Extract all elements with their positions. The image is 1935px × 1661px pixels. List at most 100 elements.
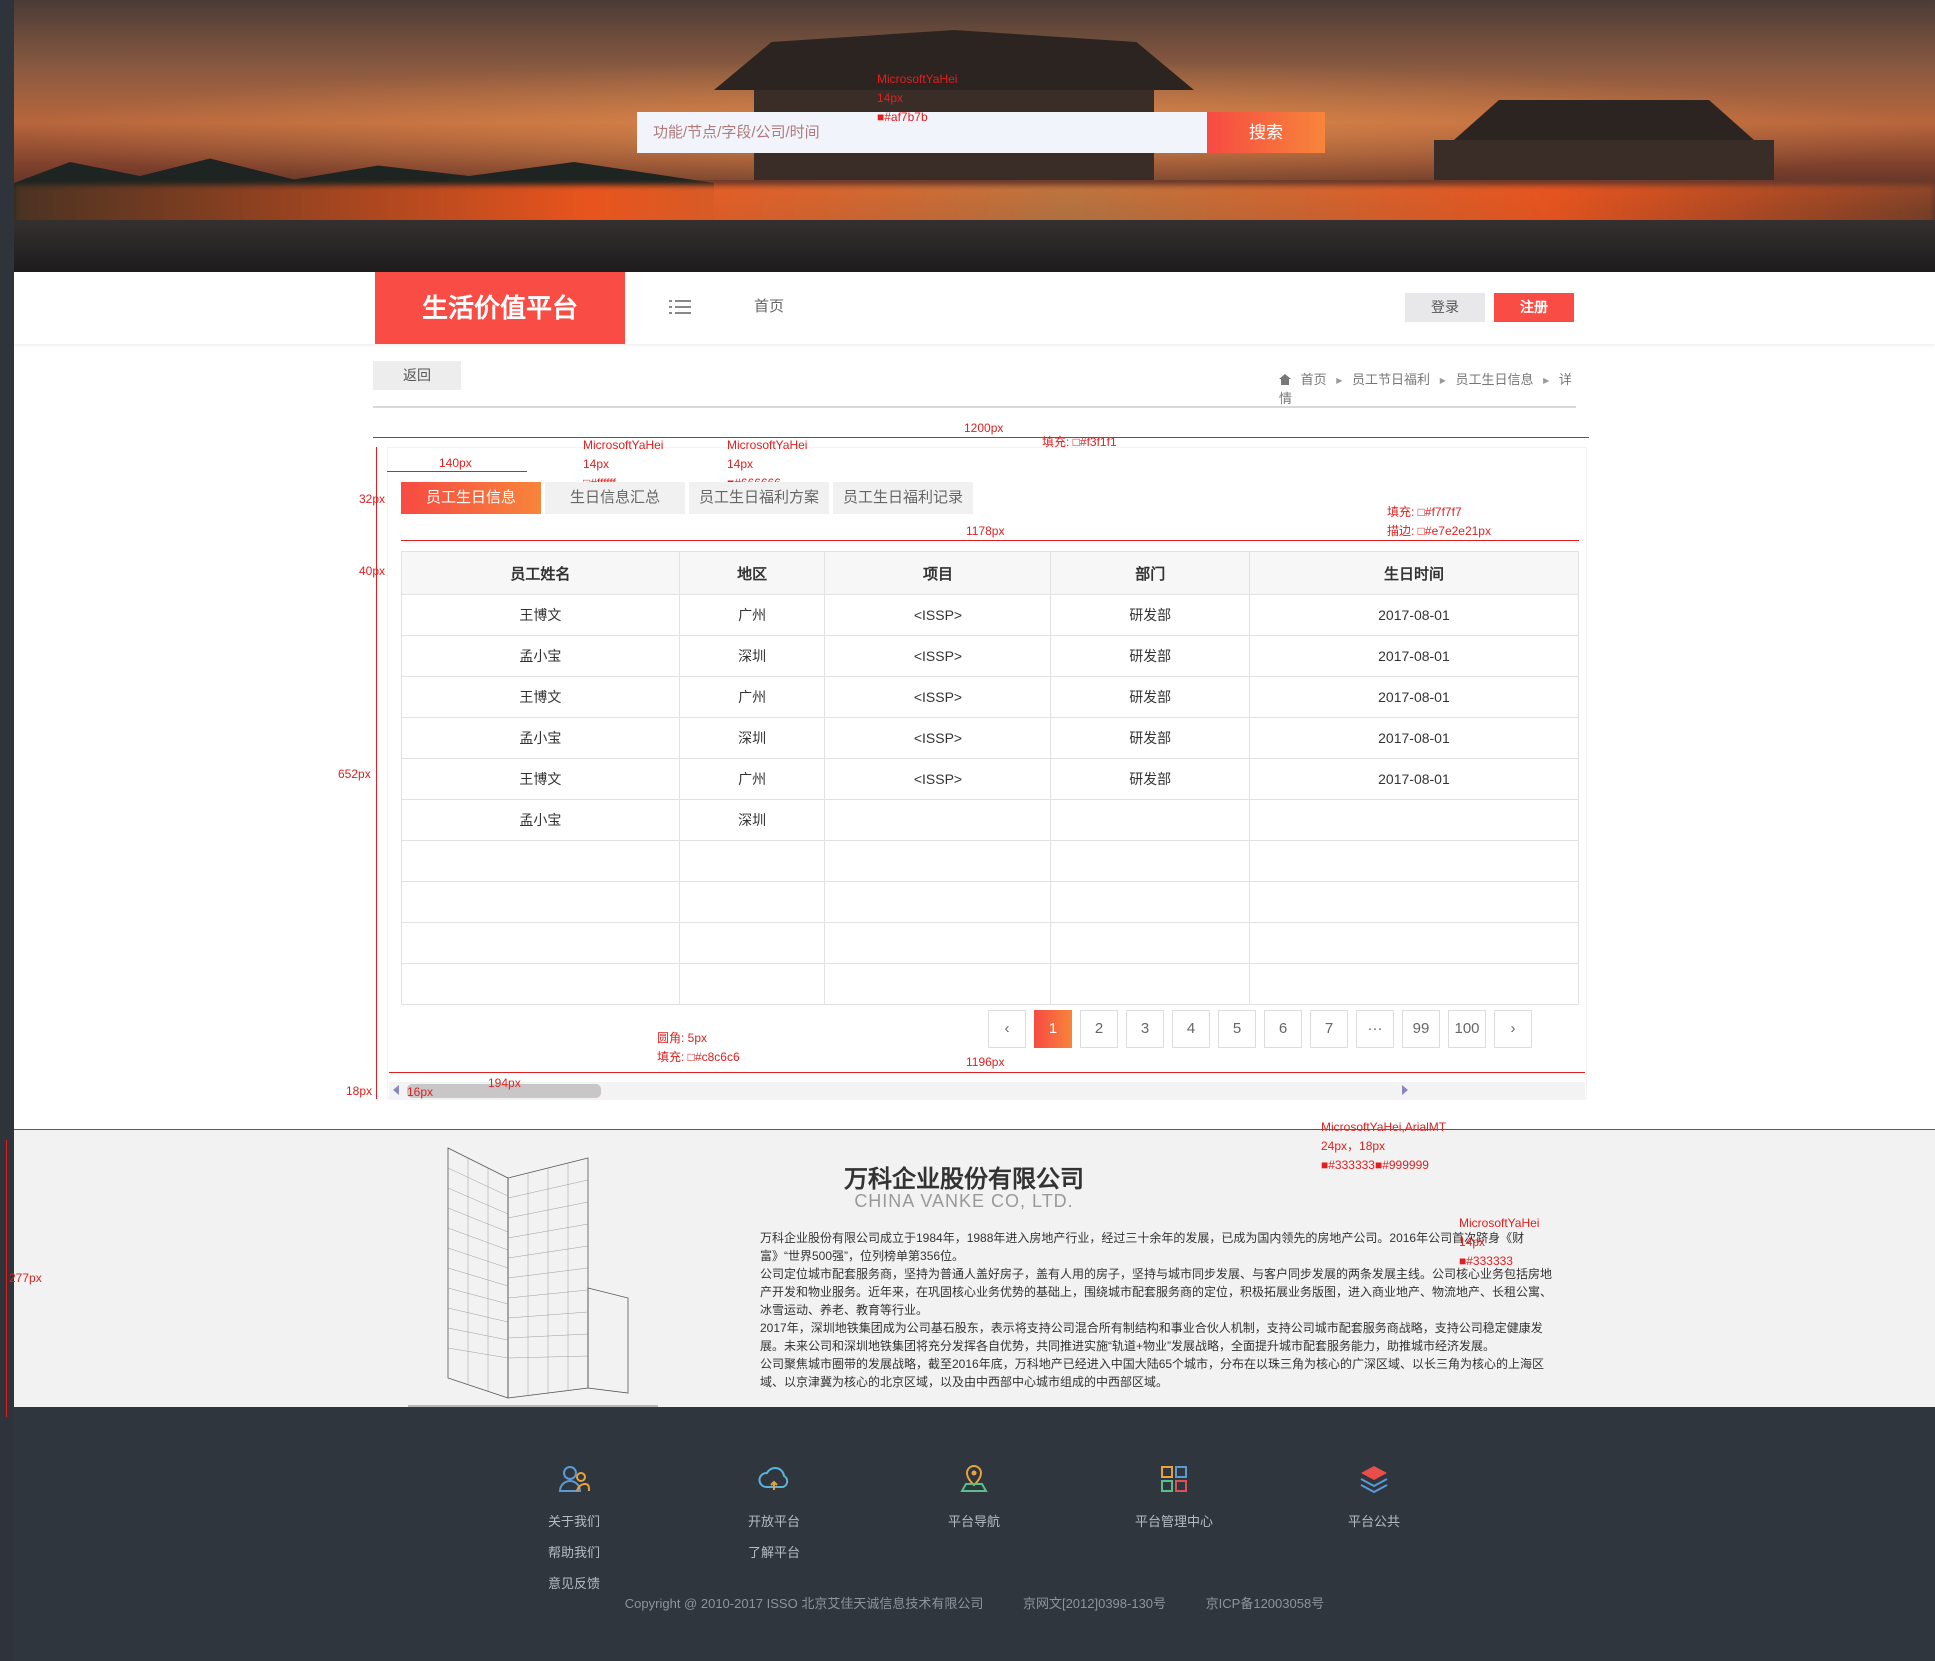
annotation: 填充: □#c8c6c6 (657, 1050, 740, 1064)
footer-col-about: 关于我们 帮助我们 意见反馈 (494, 1462, 654, 1599)
col-header: 生日时间 (1248, 551, 1580, 595)
page-button[interactable]: 5 (1218, 1010, 1256, 1048)
banner-road (14, 220, 1935, 272)
tab-birthday-info[interactable]: 员工生日信息 (401, 482, 541, 514)
annotation: 652px (338, 767, 371, 781)
table-cell (824, 799, 1052, 841)
annotation: 填充: □#f3f1f1 (1042, 435, 1117, 449)
table-row (401, 840, 1580, 882)
table-cell (824, 840, 1052, 882)
tab-welfare-plan[interactable]: 员工生日福利方案 (689, 482, 829, 514)
table-cell: <ISSP> (824, 635, 1052, 677)
table-cell: 研发部 (1050, 676, 1250, 718)
banner-light-trails (14, 185, 1935, 225)
table-cell (401, 963, 680, 1005)
site-logo[interactable]: 生活价值平台 (375, 272, 625, 344)
next-page-button[interactable]: › (1494, 1010, 1532, 1048)
page-button[interactable]: 6 (1264, 1010, 1302, 1048)
table-cell: 深圳 (678, 635, 826, 677)
dim-line (6, 1140, 7, 1417)
table-cell: <ISSP> (824, 676, 1052, 718)
register-button[interactable]: 注册 (1494, 293, 1574, 322)
page-button[interactable]: 7 (1310, 1010, 1348, 1048)
page-button[interactable]: 3 (1126, 1010, 1164, 1048)
paragraph: 公司定位城市配套服务商，坚持为普通人盖好房子，盖有人用的房子，坚持与城市同步发展… (760, 1267, 1553, 1317)
annotation: 16px (407, 1085, 434, 1099)
table-row (401, 922, 1580, 964)
page-button[interactable]: 99 (1402, 1010, 1440, 1048)
dim-line (401, 540, 1579, 541)
table-cell: <ISSP> (824, 758, 1052, 800)
page-button[interactable]: 4 (1172, 1010, 1210, 1048)
annotation: 277px (9, 1271, 42, 1285)
table-cell: 2017-08-01 (1248, 676, 1580, 718)
icp-text: 京ICP备12003058号 (1205, 1596, 1325, 1611)
table-cell: 王博文 (401, 676, 680, 718)
table-row: 孟小宝 深圳 (401, 799, 1580, 841)
annotation: 描边: □#e7e2e21px (1387, 524, 1491, 538)
tab-welfare-record[interactable]: 员工生日福利记录 (833, 482, 973, 514)
table-cell: 深圳 (678, 799, 826, 841)
breadcrumb-item[interactable]: 员工生日信息 (1455, 372, 1533, 387)
dim-line (373, 437, 1589, 438)
annotation: 圆角: 5px (657, 1031, 708, 1045)
footer-col-nav: 平台导航 (894, 1462, 1054, 1537)
annotation: 14px (1459, 1235, 1486, 1249)
table-row (401, 881, 1580, 923)
page-button[interactable]: 100 (1448, 1010, 1486, 1048)
table-cell: 研发部 (1050, 635, 1250, 677)
nav-home-link[interactable]: 首页 (754, 296, 784, 318)
table-cell (1050, 881, 1250, 923)
footer-link[interactable]: 了解平台 (694, 1537, 854, 1568)
annotation: 40px (359, 564, 386, 578)
table-cell: 广州 (678, 758, 826, 800)
annotation: 14px (877, 91, 904, 105)
table-cell: 2017-08-01 (1248, 635, 1580, 677)
hero-banner: 功能/节点/字段/公司/时间 搜索 MicrosoftYaHei 14px ■#… (14, 0, 1935, 272)
menu-icon[interactable] (669, 296, 691, 318)
copyright: Copyright @ 2010-2017 ISSO 北京艾佳天诚信息技术有限公… (14, 1593, 1935, 1612)
table-cell (824, 922, 1052, 964)
footer-link[interactable]: 平台管理中心 (1094, 1506, 1254, 1537)
scroll-left-icon[interactable] (393, 1085, 399, 1095)
page: 功能/节点/字段/公司/时间 搜索 MicrosoftYaHei 14px ■#… (6, 0, 1935, 1661)
table-row: 孟小宝 深圳 <ISSP> 研发部 2017-08-01 (401, 635, 1580, 677)
table-row: 王博文 广州 <ISSP> 研发部 2017-08-01 (401, 676, 1580, 718)
annotation: 1196px (966, 1055, 1005, 1069)
table-cell: 王博文 (401, 758, 680, 800)
table-row: 王博文 广州 <ISSP> 研发部 2017-08-01 (401, 594, 1580, 636)
search-button[interactable]: 搜索 (1207, 112, 1325, 153)
company-description: 万科企业股份有限公司成立于1984年，1988年进入房地产行业，经过三十余年的发… (760, 1229, 1560, 1391)
prev-page-button[interactable]: ‹ (988, 1010, 1026, 1048)
table-cell (1050, 840, 1250, 882)
col-header: 地区 (678, 551, 826, 595)
breadcrumb-item[interactable]: 首页 (1301, 372, 1327, 387)
table-cell: 孟小宝 (401, 635, 680, 677)
table-cell (678, 922, 826, 964)
footer-link[interactable]: 开放平台 (694, 1506, 854, 1537)
footer-link[interactable]: 平台公共 (1294, 1506, 1454, 1537)
back-button[interactable]: 返回 (373, 361, 461, 390)
footer-col-manage: 平台管理中心 (1094, 1462, 1254, 1537)
table-cell (1050, 922, 1250, 964)
employee-table: 员工姓名 地区 项目 部门 生日时间 王博文 广州 <ISSP> 研发部 2017-08… (401, 551, 1580, 1005)
paragraph: 万科企业股份有限公司成立于1984年，1988年进入房地产行业，经过三十余年的发… (760, 1231, 1525, 1263)
scroll-right-icon[interactable] (1402, 1085, 1408, 1095)
table-cell (1050, 963, 1250, 1005)
page-button-current[interactable]: 1 (1034, 1010, 1072, 1048)
login-button[interactable]: 登录 (1405, 293, 1485, 322)
page-ellipsis: ··· (1356, 1010, 1394, 1048)
footer-link[interactable]: 平台导航 (894, 1506, 1054, 1537)
footer-link[interactable]: 帮助我们 (494, 1537, 654, 1568)
annotation: 140px (439, 456, 472, 470)
footer-link[interactable]: 关于我们 (494, 1506, 654, 1537)
page-button[interactable]: 2 (1080, 1010, 1118, 1048)
tab-birthday-summary[interactable]: 生日信息汇总 (545, 482, 685, 514)
table-cell: 孟小宝 (401, 799, 680, 841)
table-cell (401, 840, 680, 882)
divider (373, 406, 1576, 408)
paragraph: 2017年，深圳地铁集团成为公司基石股东，表示将支持公司混合所有制结构和事业合伙… (760, 1321, 1543, 1353)
col-header: 部门 (1050, 551, 1250, 595)
table-cell: 2017-08-01 (1248, 594, 1580, 636)
breadcrumb-item[interactable]: 员工节日福利 (1352, 372, 1430, 387)
